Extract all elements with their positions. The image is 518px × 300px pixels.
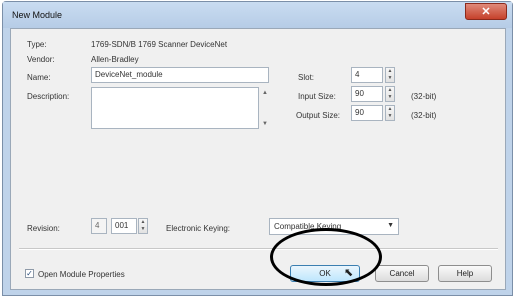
dialog-title: New Module <box>12 10 63 20</box>
spin-up-icon[interactable]: ▲ <box>386 106 394 113</box>
description-input[interactable] <box>91 87 259 129</box>
spin-up-icon[interactable]: ▲ <box>139 219 147 226</box>
input-size-spinner[interactable]: ▲ ▼ <box>385 86 395 102</box>
description-scroll-down-icon[interactable]: ▼ <box>262 121 268 127</box>
spin-down-icon[interactable]: ▼ <box>386 113 394 120</box>
revision-major-field: 4 <box>91 218 107 234</box>
open-module-properties-checkbox[interactable]: ✓ <box>25 269 34 278</box>
output-size-spinner[interactable]: ▲ ▼ <box>385 105 395 121</box>
output-size-label: Output Size: <box>296 111 341 120</box>
input-size-label: Input Size: <box>298 92 336 101</box>
type-label: Type: <box>27 40 47 49</box>
dialog-body: Type: 1769-SDN/B 1769 Scanner DeviceNet … <box>10 28 506 290</box>
spin-up-icon[interactable]: ▲ <box>386 68 394 75</box>
output-size-unit: (32-bit) <box>411 111 437 120</box>
footer-divider <box>19 248 498 250</box>
dropdown-arrow-icon: ▼ <box>387 222 394 229</box>
type-value: 1769-SDN/B 1769 Scanner DeviceNet <box>91 40 228 49</box>
input-size-input[interactable]: 90 <box>351 86 383 102</box>
description-scroll-up-icon[interactable]: ▲ <box>262 90 268 96</box>
spin-down-icon[interactable]: ▼ <box>386 94 394 101</box>
spin-down-icon[interactable]: ▼ <box>386 75 394 82</box>
help-button[interactable]: Help <box>438 265 492 282</box>
cancel-button-label: Cancel <box>389 269 415 278</box>
description-label: Description: <box>27 92 70 101</box>
vendor-label: Vendor: <box>27 55 55 64</box>
electronic-keying-label: Electronic Keying: <box>166 224 231 233</box>
title-bar[interactable]: New Module ✕ <box>3 2 512 28</box>
name-label: Name: <box>27 73 51 82</box>
input-size-unit: (32-bit) <box>411 92 437 101</box>
output-size-input[interactable]: 90 <box>351 105 383 121</box>
slot-label: Slot: <box>298 73 315 82</box>
revision-minor-input[interactable]: 001 <box>111 218 137 234</box>
new-module-dialog: New Module ✕ Type: 1769-SDN/B 1769 Scann… <box>2 1 513 296</box>
slot-spinner[interactable]: ▲ ▼ <box>385 67 395 83</box>
help-button-label: Help <box>456 269 474 278</box>
close-button[interactable]: ✕ <box>465 3 507 20</box>
spin-up-icon[interactable]: ▲ <box>386 87 394 94</box>
revision-label: Revision: <box>27 224 60 233</box>
vendor-value: Allen-Bradley <box>91 55 139 64</box>
highlight-circle <box>270 228 382 286</box>
revision-minor-spinner[interactable]: ▲ ▼ <box>138 218 148 234</box>
close-icon: ✕ <box>481 6 491 18</box>
slot-input[interactable]: 4 <box>351 67 383 83</box>
name-input[interactable]: DeviceNet_module <box>91 67 269 83</box>
open-module-properties-label[interactable]: Open Module Properties <box>38 270 125 279</box>
check-icon: ✓ <box>26 269 33 278</box>
cancel-button[interactable]: Cancel <box>375 265 429 282</box>
spin-down-icon[interactable]: ▼ <box>139 226 147 233</box>
